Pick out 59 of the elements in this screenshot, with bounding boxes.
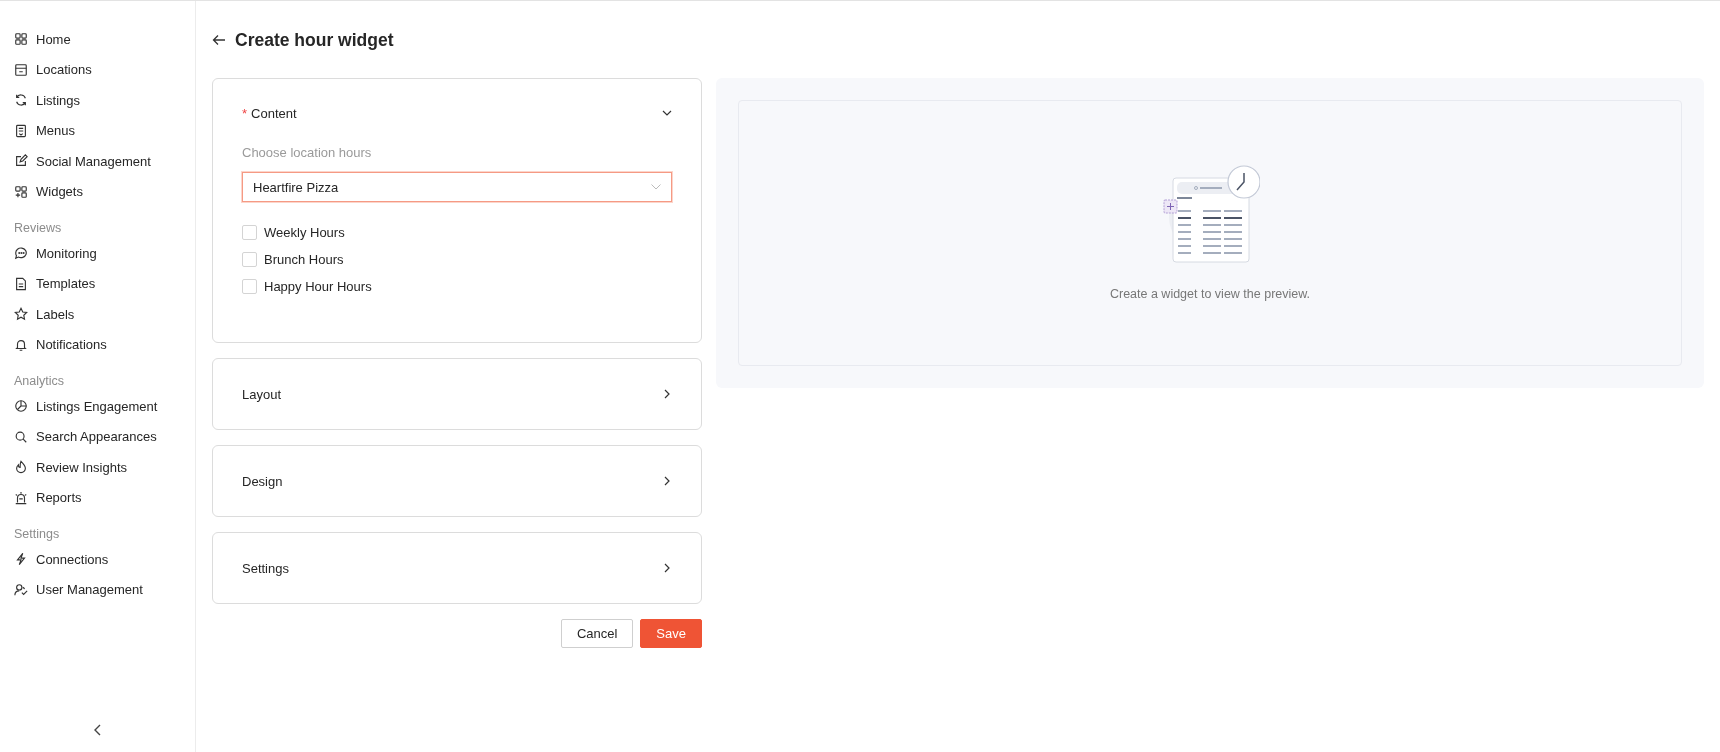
nav-item[interactable]: Connections (14, 544, 185, 575)
section-header[interactable]: Layout (242, 386, 282, 402)
nav-item[interactable]: Menus (14, 115, 185, 146)
checkbox-label[interactable]: Happy Hour Hours (264, 279, 372, 294)
chevron-right-icon[interactable] (662, 389, 672, 399)
nav-item[interactable]: Reports (14, 482, 185, 513)
checkbox-label[interactable]: Brunch Hours (264, 252, 344, 267)
nav-item[interactable]: Home (14, 24, 185, 55)
nav-item[interactable]: Listings Engagement (14, 391, 185, 422)
chevron-down-icon[interactable] (662, 108, 672, 118)
edit-icon (14, 154, 28, 169)
pie-chart-icon (14, 399, 28, 414)
star-icon (14, 307, 28, 322)
chevron-right-icon[interactable] (662, 476, 672, 486)
refresh-icon (14, 93, 28, 108)
nav-item[interactable]: Labels (14, 299, 185, 330)
section-header[interactable]: * Content (242, 105, 297, 121)
chat-icon (14, 246, 28, 261)
nav-item[interactable]: Monitoring (14, 238, 185, 269)
nav-section-heading: Analytics (14, 373, 66, 389)
nav-section-heading: Settings (14, 526, 61, 542)
cancel-button[interactable]: Cancel (560, 619, 634, 648)
back-arrow-icon[interactable] (212, 34, 226, 46)
nav-section-heading: Reviews (14, 220, 63, 236)
preview-message: Create a widget to view the preview. (1109, 287, 1311, 301)
lightning-icon (14, 552, 28, 567)
nav-item[interactable]: Review Insights (14, 452, 185, 483)
document-icon (14, 276, 28, 291)
nav-item[interactable]: Listings (14, 85, 185, 116)
nav-item[interactable]: Search Appearances (14, 421, 185, 452)
field-label: Choose location hours (242, 145, 373, 160)
alarm-icon (14, 490, 28, 505)
checkbox-label[interactable]: Weekly Hours (264, 225, 345, 240)
nav-item[interactable]: Notifications (14, 329, 185, 360)
section-header[interactable]: Design (242, 473, 283, 489)
checkbox[interactable] (242, 279, 257, 294)
nav-item[interactable]: User Management (14, 574, 185, 605)
nav-item[interactable]: Templates (14, 268, 185, 299)
storefront-icon (14, 62, 28, 77)
widgets-icon (14, 184, 28, 199)
location-select[interactable]: Heartfire Pizza (242, 172, 672, 202)
grid-icon (14, 32, 28, 47)
nav-item[interactable]: Locations (14, 54, 185, 85)
checkbox[interactable] (242, 252, 257, 267)
users-icon (14, 582, 28, 597)
section-header[interactable]: Settings (242, 560, 289, 576)
save-button[interactable]: Save (640, 619, 702, 648)
checkbox[interactable] (242, 225, 257, 240)
nav-item[interactable]: Widgets (14, 176, 185, 207)
search-icon (14, 429, 28, 444)
nav-item[interactable]: Social Management (14, 146, 185, 177)
flame-icon (14, 460, 28, 475)
required-asterisk: * (242, 105, 248, 121)
page-title: Create hour widget (235, 29, 394, 51)
bell-icon (14, 337, 28, 352)
chevron-right-icon[interactable] (662, 563, 672, 573)
chevron-left-icon (92, 724, 103, 736)
chevron-down-icon (651, 184, 661, 190)
menu-card-icon (14, 123, 28, 138)
